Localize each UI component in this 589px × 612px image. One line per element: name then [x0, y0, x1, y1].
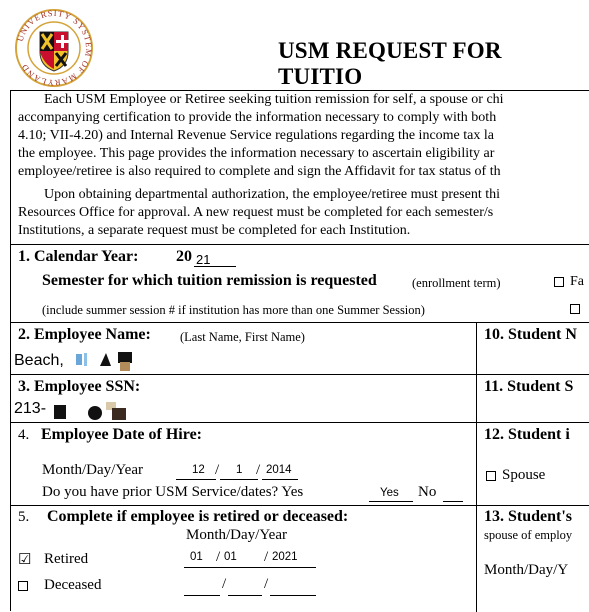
hire-day-underline: [220, 479, 258, 480]
intro-line-2: accompanying certification to provide th…: [18, 110, 497, 125]
hire-month-value[interactable]: 12: [192, 464, 205, 476]
hire-year-underline: [262, 479, 298, 480]
usm-logo: UNIVERSITY SYSTEM OF MARYLAND: [14, 8, 94, 88]
option-fall-checkbox[interactable]: [554, 276, 564, 287]
retired-checkbox-checked[interactable]: ☑: [18, 550, 34, 569]
page-title: USM REQUEST FOR TUITIO: [278, 38, 502, 89]
date-of-hire-label: Employee Date of Hire:: [41, 426, 202, 443]
student-date-label: 13. Student's: [484, 508, 573, 525]
hire-month-underline: [176, 479, 216, 480]
retired-date-format-label: Month/Day/Year: [186, 527, 287, 543]
intro-line-5: employee/retiree is also required to com…: [18, 164, 501, 179]
hire-year-value[interactable]: 2014: [266, 464, 292, 476]
intro-line-6: Upon obtaining departmental authorizatio…: [44, 187, 501, 202]
student-date-sublabel: spouse of employ: [484, 528, 573, 542]
employee-ssn-value[interactable]: 213-: [14, 400, 46, 418]
intro-line-1: Each USM Employee or Retiree seeking tui…: [44, 92, 504, 107]
enrollment-term-note: (enrollment term): [412, 276, 501, 290]
employee-name-sublabel: (Last Name, First Name): [180, 330, 305, 344]
hire-day-value[interactable]: 1: [236, 464, 242, 476]
spouse-label: Spouse: [502, 467, 546, 483]
option-fall-label: Fa: [570, 274, 584, 289]
divider-section5: [10, 505, 589, 506]
student-info-label: 12. Student i: [484, 426, 570, 443]
prior-service-yes-value[interactable]: Yes: [380, 487, 399, 499]
section5-number: 5.: [18, 509, 30, 525]
divider-section2: [10, 322, 589, 323]
divider-intro: [10, 244, 589, 245]
section4-number: 4.: [18, 427, 30, 443]
prior-service-no-underline: [443, 501, 463, 502]
option-summer[interactable]: [570, 301, 586, 316]
semester-label: Semester for which tuition remission is …: [42, 272, 377, 289]
retired-month-value[interactable]: 01: [190, 551, 203, 563]
prior-service-question: Do you have prior USM Service/dates? Yes: [42, 484, 304, 500]
intro-line-7: Resources Office for approval. A new req…: [18, 205, 494, 220]
employee-name-value[interactable]: Beach,: [14, 352, 64, 370]
employee-ssn-label: 3. Employee SSN:: [18, 378, 141, 395]
deceased-label: Deceased: [44, 577, 102, 593]
intro-line-4: the employee. This page provides the inf…: [18, 146, 495, 161]
student-date-format-label: Month/Day/Y: [484, 562, 569, 578]
retired-day-value[interactable]: 01: [224, 551, 237, 563]
deceased-option[interactable]: [18, 577, 34, 594]
deceased-day-underline: [228, 595, 262, 596]
retired-year-value[interactable]: 2021: [272, 551, 298, 563]
retired-option[interactable]: ☑: [18, 550, 34, 569]
calendar-year-label: 1. Calendar Year:: [18, 248, 139, 265]
name-redaction: [74, 350, 140, 377]
column-divider: [476, 322, 477, 612]
calendar-year-value[interactable]: 21: [196, 252, 210, 267]
intro-line-3: 4.10; VII-4.20) and Internal Revenue Ser…: [18, 128, 494, 143]
retired-deceased-label: Complete if employee is retired or decea…: [47, 508, 349, 525]
student-ssn-label: 11. Student S: [484, 378, 574, 395]
deceased-checkbox[interactable]: [18, 580, 28, 591]
retired-label: Retired: [44, 551, 89, 567]
calendar-year-prefix: 20: [176, 248, 192, 265]
employee-name-label: 2. Employee Name:: [18, 326, 151, 343]
student-name-label: 10. Student N: [484, 326, 577, 343]
option-summer-checkbox[interactable]: [570, 304, 580, 315]
spouse-option[interactable]: Spouse: [486, 467, 545, 484]
retired-date-underline: [184, 567, 316, 568]
deceased-month-underline: [184, 595, 220, 596]
calendar-year-underline: [194, 266, 236, 267]
summer-session-note: (include summer session # if institution…: [42, 303, 425, 317]
spouse-checkbox[interactable]: [486, 470, 496, 481]
option-fall[interactable]: Fa: [554, 274, 584, 290]
intro-line-8: Institutions, a separate request must be…: [18, 223, 411, 238]
prior-service-no-label: No: [418, 484, 437, 500]
prior-service-yes-underline: [369, 501, 413, 502]
deceased-year-underline: [270, 595, 316, 596]
hire-date-format-label: Month/Day/Year: [42, 462, 143, 478]
ssn-redaction: [52, 400, 132, 427]
